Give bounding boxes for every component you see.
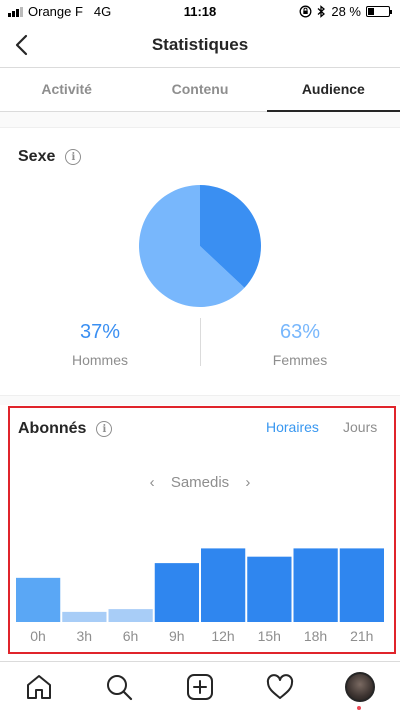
tab-bar: Activité Contenu Audience	[0, 68, 400, 112]
notification-dot	[357, 706, 361, 710]
tab-audience[interactable]: Audience	[266, 68, 400, 112]
x-tick-label: 18h	[303, 628, 328, 644]
followers-bar-chart	[16, 548, 384, 622]
x-tick-label: 6h	[122, 628, 139, 644]
sexe-title: Sexe	[18, 148, 56, 165]
status-bar: Orange F 4G 11:18 28 %	[0, 0, 400, 22]
profile-avatar[interactable]	[345, 672, 375, 702]
chevron-right-icon[interactable]: ›	[245, 474, 250, 491]
tab-contenu[interactable]: Contenu	[133, 68, 266, 111]
battery-icon	[366, 6, 392, 17]
bar-0h	[16, 577, 61, 622]
men-stat: 37% Hommes	[0, 321, 200, 368]
home-icon[interactable]	[24, 672, 54, 702]
bar-3h	[62, 611, 107, 622]
toggle-jours[interactable]: Jours	[343, 419, 377, 435]
bluetooth-icon	[317, 5, 326, 18]
info-icon[interactable]: i	[65, 149, 82, 165]
add-post-icon[interactable]	[185, 672, 215, 702]
section-divider	[0, 112, 400, 128]
women-percentage: 63%	[279, 321, 321, 343]
x-tick-label: 12h	[211, 628, 235, 644]
sexe-title-row: Sexe i	[18, 148, 82, 166]
status-right: 28 %	[299, 4, 392, 19]
men-percentage: 37%	[79, 321, 121, 343]
page-title: Statistiques	[151, 35, 249, 54]
x-axis-labels: 0h 3h 6h 9h 12h 15h 18h 21h	[0, 628, 400, 648]
abonnes-title: Abonnés	[18, 420, 87, 437]
heart-icon[interactable]	[265, 672, 295, 702]
men-label: Hommes	[71, 352, 128, 368]
day-label: Samedis	[170, 474, 230, 491]
chevron-left-icon[interactable]: ‹	[150, 474, 155, 491]
bar-21h	[339, 548, 384, 622]
women-label: Femmes	[272, 352, 328, 368]
x-tick-label: 21h	[350, 628, 374, 644]
bar-6h	[108, 609, 153, 622]
abonnes-title-row: Abonnés i	[18, 420, 113, 438]
toggle-horaires[interactable]: Horaires	[266, 419, 319, 435]
bar-18h	[293, 548, 338, 622]
x-tick-label: 3h	[76, 628, 93, 644]
bar-12h	[201, 548, 246, 622]
x-tick-label: 9h	[168, 628, 185, 644]
bottom-nav	[0, 661, 400, 711]
section-divider-2	[0, 395, 400, 405]
x-tick-label: 0h	[30, 628, 46, 644]
women-stat: 63% Femmes	[200, 321, 400, 368]
tab-activite[interactable]: Activité	[0, 68, 133, 111]
battery-percent: 28 %	[331, 4, 361, 19]
search-icon[interactable]	[104, 672, 134, 702]
bar-9h	[154, 563, 199, 622]
top-bar: Statistiques	[0, 22, 400, 68]
day-selector: ‹ Samedis ›	[0, 474, 400, 491]
orientation-lock-icon	[299, 5, 312, 18]
info-icon[interactable]: i	[96, 421, 113, 437]
x-tick-label: 15h	[257, 628, 281, 644]
bar-15h	[247, 556, 292, 622]
gender-pie-chart	[138, 185, 261, 307]
